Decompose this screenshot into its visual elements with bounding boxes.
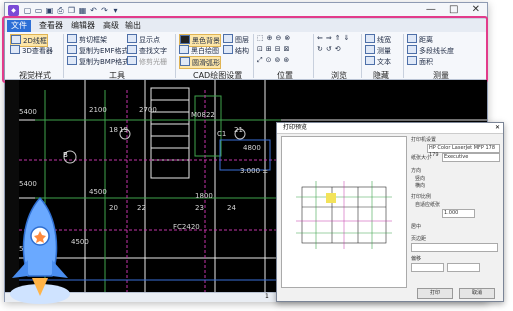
new-file-icon[interactable]: ▢ — [23, 6, 32, 15]
undo-icon[interactable]: ↶ — [89, 6, 98, 15]
print-icon[interactable]: ⎙ — [56, 6, 65, 15]
preview-drawing — [296, 181, 392, 249]
axis-mark: 18 — [109, 126, 118, 134]
landscape-radio[interactable]: 横向 — [415, 182, 425, 189]
dim-label: 5400 — [19, 180, 37, 188]
dropdown-icon[interactable]: ▾ — [111, 6, 120, 15]
axis-label: B — [63, 151, 68, 159]
axis-mark: 20 — [109, 204, 118, 212]
axis-mark: 21 — [234, 126, 243, 134]
dialog-title-bar: 打印预览 ✕ — [277, 123, 503, 134]
save-icon[interactable]: ▣ — [45, 6, 54, 15]
elevation-label: 3.000 ± — [240, 167, 269, 175]
redo-icon[interactable]: ↷ — [100, 6, 109, 15]
dim-label: 4500 — [89, 188, 107, 196]
axis-mark: 19 — [119, 126, 128, 134]
fit-page-checkbox[interactable]: 自适应纸张 — [415, 201, 440, 208]
print-button[interactable]: 打印 — [417, 288, 453, 299]
printer-select[interactable]: HP Color LaserJet MFP 178 179 — [427, 144, 500, 158]
axis-mark: 22 — [137, 204, 146, 212]
open-folder-icon[interactable]: ▭ — [34, 6, 43, 15]
paper-size-select[interactable]: Executive — [442, 153, 500, 162]
orientation-label: 方向 — [411, 168, 422, 174]
scale-input[interactable]: 1.000 — [442, 209, 475, 218]
rocket-mascot-icon — [0, 190, 80, 307]
portrait-radio[interactable]: 竖向 — [415, 175, 425, 182]
print-preview-area — [281, 136, 407, 288]
window-label: C1 — [217, 130, 227, 138]
offset-x-input[interactable] — [411, 263, 444, 272]
scale-label: 打印比例 — [411, 194, 432, 200]
copy-icon[interactable]: ❐ — [67, 6, 76, 15]
dim-label: 5400 — [19, 108, 37, 116]
center-label: 居中 — [411, 224, 422, 230]
dialog-title: 打印预览 — [283, 124, 308, 131]
close-icon[interactable]: ✕ — [495, 123, 500, 133]
grid-icon[interactable]: ▦ — [78, 6, 87, 15]
app-logo-icon: ◆ — [8, 5, 19, 16]
door-label: M0822 — [191, 111, 215, 119]
status-text: 1 — [265, 293, 269, 300]
dim-label: 2100 — [89, 106, 107, 114]
window-controls[interactable]: — □ ✕ — [426, 4, 485, 15]
highlight-frame — [2, 16, 488, 83]
axis-mark: 24 — [227, 204, 236, 212]
axis-mark: 23 — [195, 204, 204, 212]
window-label: FC2420 — [173, 223, 200, 231]
dim-label: 2700 — [139, 106, 157, 114]
offset-label: 偏移 — [411, 256, 422, 262]
offset-y-input[interactable] — [447, 263, 480, 272]
dim-label: 4800 — [243, 144, 261, 152]
margin-select[interactable] — [411, 243, 498, 252]
printer-settings-label: 打印机设置 — [411, 137, 437, 143]
print-preview-dialog: 打印预览 ✕ 打印机设置 HP Color LaserJet MFP 178 1… — [276, 122, 504, 302]
dim-label: 1800 — [195, 192, 213, 200]
cancel-button[interactable]: 取消 — [459, 288, 495, 299]
paper-size-label: 纸张大小 — [411, 155, 432, 161]
margin-label: 页边距 — [411, 236, 427, 242]
